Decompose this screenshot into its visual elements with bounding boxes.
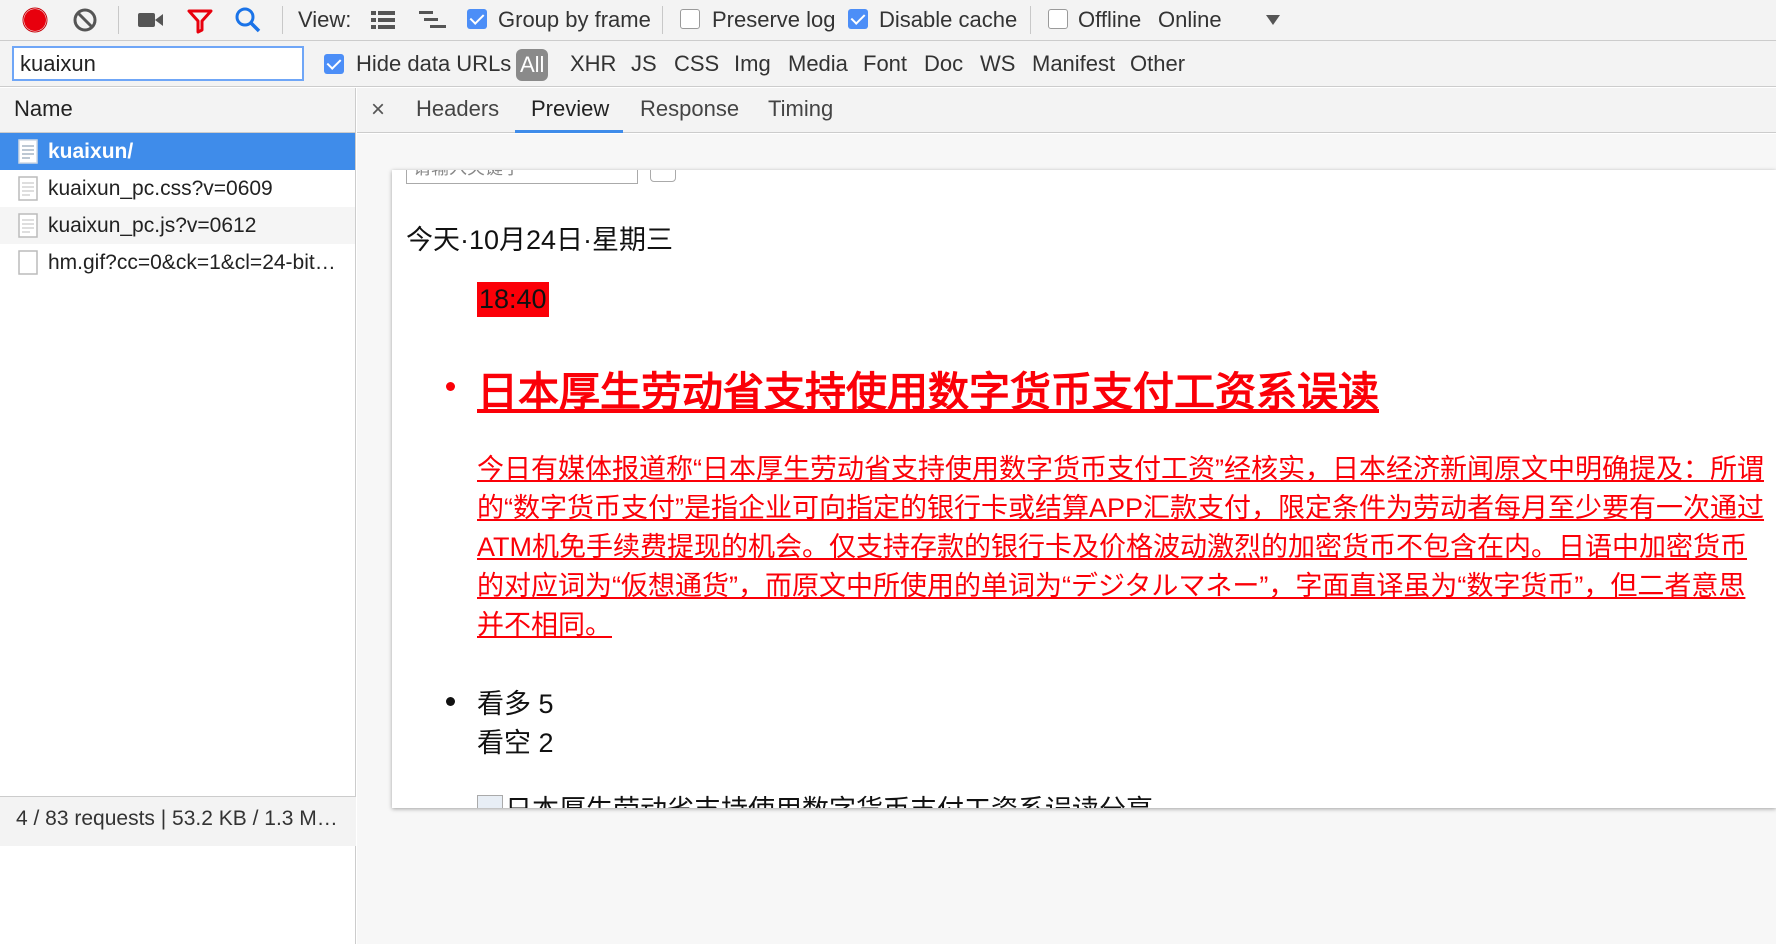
type-filter-other[interactable]: Other bbox=[1130, 50, 1185, 78]
news-headline-link[interactable]: 日本厚生劳动省支持使用数字货币支付工资系误读 bbox=[477, 358, 1379, 418]
tab-response[interactable]: Response bbox=[640, 96, 739, 122]
record-button[interactable] bbox=[22, 7, 48, 33]
close-detail-icon[interactable]: × bbox=[371, 96, 385, 124]
request-name: kuaixun/ bbox=[48, 139, 134, 163]
type-filter-media[interactable]: Media bbox=[788, 50, 848, 78]
share-image-alt[interactable]: 日本厚生劳动省支持使用数字货币支付工资系误读分享 bbox=[477, 788, 1153, 808]
search-icon bbox=[235, 7, 261, 33]
type-filter-font[interactable]: Font bbox=[863, 50, 907, 78]
request-list-pane: Name kuaixun/ kuaixun_pc.css?v=0609 kuai… bbox=[0, 88, 356, 944]
keyword-search-button[interactable] bbox=[650, 170, 676, 182]
network-toolbar: View: Group by frame Preserve log Disabl… bbox=[0, 0, 1776, 41]
active-tab-indicator bbox=[515, 130, 623, 133]
request-row[interactable]: kuaixun/ bbox=[0, 133, 355, 170]
type-filter-manifest[interactable]: Manifest bbox=[1032, 50, 1115, 78]
disable-cache-checkbox[interactable] bbox=[848, 9, 868, 29]
html-preview-frame: 请输入关键字 今天·10月24日·星期三 18:40 日本厚生劳动省支持使用数字… bbox=[392, 170, 1776, 808]
type-filter-xhr[interactable]: XHR bbox=[570, 50, 616, 78]
request-row[interactable]: hm.gif?cc=0&ck=1&cl=24-bit… bbox=[0, 244, 355, 281]
name-column-header[interactable]: Name bbox=[0, 88, 355, 133]
video-camera-icon bbox=[138, 13, 163, 27]
request-row[interactable]: kuaixun_pc.js?v=0612 bbox=[0, 207, 355, 244]
type-filter-all[interactable]: All bbox=[516, 49, 549, 81]
overview-button[interactable] bbox=[418, 9, 448, 31]
request-name: kuaixun_pc.js?v=0612 bbox=[48, 213, 257, 237]
type-filter-css[interactable]: CSS bbox=[674, 50, 719, 78]
filter-input[interactable] bbox=[12, 46, 304, 81]
date-heading: 今天·10月24日·星期三 bbox=[406, 225, 674, 255]
bullish-count[interactable]: 看多 5 bbox=[477, 682, 554, 721]
bearish-count[interactable]: 看空 2 bbox=[477, 721, 554, 760]
preserve-log-checkbox[interactable] bbox=[680, 9, 700, 29]
list-bullet bbox=[446, 382, 455, 391]
tab-preview[interactable]: Preview bbox=[531, 96, 609, 122]
script-file-icon bbox=[18, 213, 38, 238]
group-by-frame-checkbox[interactable] bbox=[467, 9, 487, 29]
type-filter-js[interactable]: JS bbox=[631, 50, 657, 78]
screenshot-button[interactable] bbox=[136, 8, 166, 32]
clear-button[interactable] bbox=[72, 7, 98, 33]
request-name: hm.gif?cc=0&ck=1&cl=24-bit… bbox=[48, 250, 336, 274]
stylesheet-file-icon bbox=[18, 176, 38, 201]
waterfall-icon bbox=[419, 11, 446, 28]
blank-file-icon bbox=[18, 250, 38, 275]
throttling-select[interactable]: Online bbox=[1158, 6, 1222, 34]
view-label: View: bbox=[298, 7, 352, 32]
search-button[interactable] bbox=[234, 6, 262, 34]
list-bullet bbox=[446, 697, 455, 706]
type-filter-img[interactable]: Img bbox=[734, 50, 771, 78]
news-time-badge: 18:40 bbox=[477, 282, 549, 317]
throttling-dropdown-toggle[interactable] bbox=[1264, 12, 1282, 28]
offline-checkbox[interactable] bbox=[1048, 9, 1068, 29]
share-image-alt-text: 日本厚生劳动省支持使用数字货币支付工资系误读分享 bbox=[505, 788, 1153, 808]
broken-image-icon bbox=[477, 794, 503, 808]
disable-cache-label: Disable cache bbox=[879, 7, 1018, 32]
filter-icon bbox=[187, 9, 213, 34]
document-file-icon bbox=[18, 139, 38, 164]
type-filter-ws[interactable]: WS bbox=[980, 50, 1015, 78]
news-summary-link[interactable]: 今日有媒体报道称“日本厚生劳动省支持使用数字货币支付工资”经核实，日本经济新闻原… bbox=[477, 450, 1767, 645]
group-by-frame-label: Group by frame bbox=[498, 7, 651, 32]
type-filter-doc[interactable]: Doc bbox=[924, 50, 963, 78]
request-name: kuaixun_pc.css?v=0609 bbox=[48, 176, 273, 200]
preserve-log-label: Preserve log bbox=[712, 7, 836, 32]
hide-data-urls-checkbox[interactable] bbox=[324, 54, 344, 74]
list-view-icon bbox=[371, 11, 395, 29]
tab-headers[interactable]: Headers bbox=[416, 96, 499, 122]
detail-tabs-bar: × Headers Preview Response Timing bbox=[357, 88, 1776, 133]
network-summary-status: 4 / 83 requests | 53.2 KB / 1.3 M… bbox=[0, 796, 356, 846]
offline-label: Offline bbox=[1078, 7, 1142, 32]
large-rows-button[interactable] bbox=[370, 9, 396, 31]
filter-toggle-button[interactable] bbox=[186, 7, 214, 35]
record-icon bbox=[22, 7, 48, 33]
filter-bar: Hide data URLs All XHR JS CSS Img Media … bbox=[0, 41, 1776, 87]
tab-timing[interactable]: Timing bbox=[768, 96, 833, 122]
hide-data-urls-label: Hide data URLs bbox=[356, 51, 512, 76]
keyword-search-input[interactable]: 请输入关键字 bbox=[406, 170, 638, 184]
clear-icon bbox=[73, 8, 97, 32]
triangle-down-icon bbox=[1266, 15, 1280, 25]
request-row[interactable]: kuaixun_pc.css?v=0609 bbox=[0, 170, 355, 207]
